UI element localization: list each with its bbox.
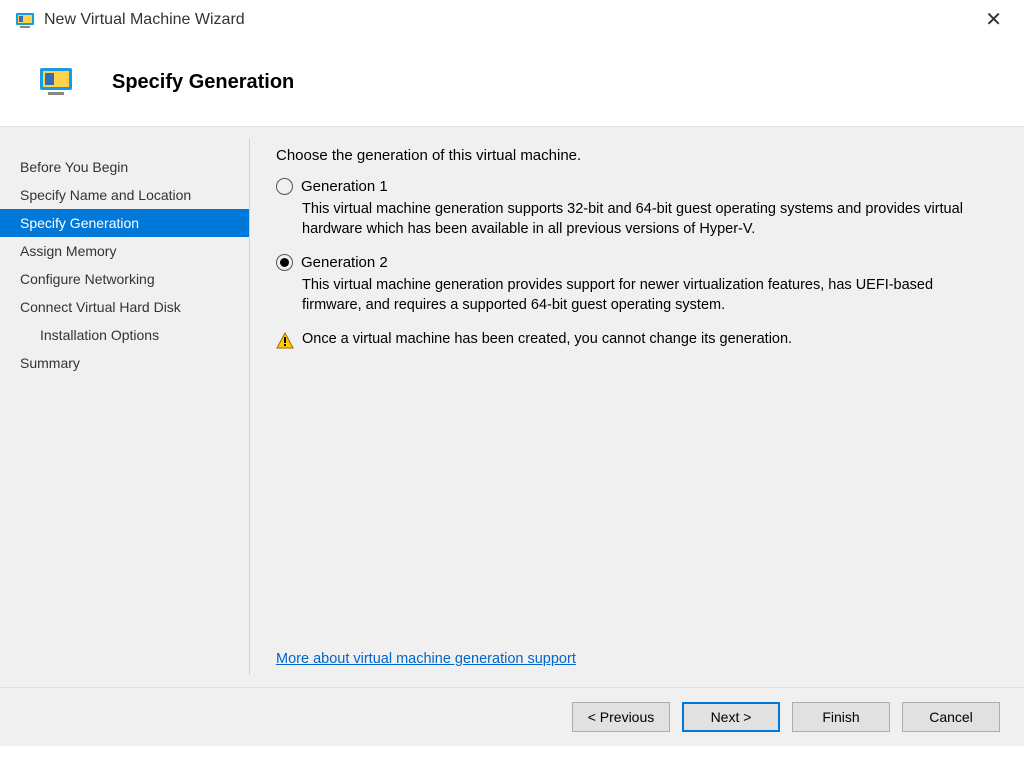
wizard-step-item[interactable]: Specify Generation [0, 209, 249, 237]
option-label: Generation 1 [301, 178, 388, 195]
wizard-step-item[interactable]: Before You Begin [0, 153, 249, 181]
help-link-generation-support[interactable]: More about virtual machine generation su… [276, 651, 994, 667]
option-description: This virtual machine generation supports… [302, 199, 994, 240]
finish-button[interactable]: Finish [792, 702, 890, 732]
page-heading: Specify Generation [112, 71, 294, 94]
option-generation-1[interactable]: Generation 1 This virtual machine genera… [276, 178, 994, 240]
warning-text: Once a virtual machine has been created,… [302, 331, 792, 347]
wizard-step-item[interactable]: Configure Networking [0, 265, 249, 293]
wizard-step-item[interactable]: Specify Name and Location [0, 181, 249, 209]
radio-generation-1[interactable] [276, 178, 293, 195]
wizard-step-item[interactable]: Assign Memory [0, 237, 249, 265]
wizard-header: Specify Generation [0, 40, 1024, 126]
window-title: New Virtual Machine Wizard [44, 11, 245, 29]
wizard-step-item[interactable]: Summary [0, 349, 249, 377]
option-description: This virtual machine generation provides… [302, 275, 994, 316]
previous-button[interactable]: < Previous [572, 702, 670, 732]
title-bar: New Virtual Machine Wizard ✕ [0, 0, 1024, 40]
warning-icon [276, 332, 294, 350]
instruction-text: Choose the generation of this virtual ma… [276, 147, 994, 164]
wizard-footer: < Previous Next > Finish Cancel [0, 688, 1024, 746]
cancel-button[interactable]: Cancel [902, 702, 1000, 732]
option-generation-2[interactable]: Generation 2 This virtual machine genera… [276, 254, 994, 316]
option-label: Generation 2 [301, 254, 388, 271]
wizard-header-icon [40, 66, 72, 98]
wizard-step-item[interactable]: Installation Options [0, 321, 249, 349]
close-icon[interactable]: ✕ [975, 6, 1012, 34]
wizard-content: Choose the generation of this virtual ma… [250, 127, 1024, 687]
warning-row: Once a virtual machine has been created,… [276, 331, 994, 350]
radio-generation-2[interactable] [276, 254, 293, 271]
next-button[interactable]: Next > [682, 702, 780, 732]
wizard-step-item[interactable]: Connect Virtual Hard Disk [0, 293, 249, 321]
wizard-steps-sidebar: Before You BeginSpecify Name and Locatio… [0, 139, 250, 675]
wizard-app-icon [16, 11, 34, 29]
